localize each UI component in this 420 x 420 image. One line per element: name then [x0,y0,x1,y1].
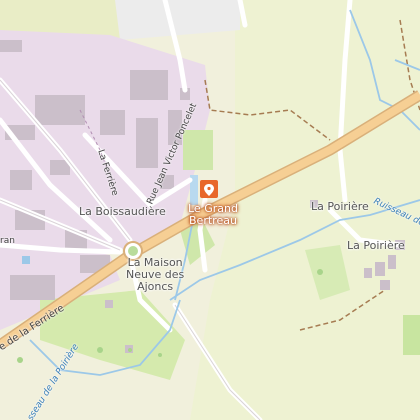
poi-name-line2: Bertreau [189,214,237,227]
park-patch [183,130,213,170]
place-label-la-boissaudiere: La Boissaudière [79,205,166,218]
poi-label[interactable]: Le Grand Bertreau [188,203,238,227]
place-name-line3: Ajoncs [137,280,174,293]
place-label-la-maison-neuve-des-ajoncs: La Maison Neuve des Ajoncs [126,257,184,293]
map-view[interactable]: Le Grand Bertreau La Boissaudière La Poi… [0,0,420,420]
roundabout-center [128,246,138,256]
place-label-la-poiriere-east: La Poirière [347,239,405,252]
water-tank [22,256,30,264]
road-label-partial: ran [0,236,15,246]
place-label-la-poiriere: La Poirière [311,200,369,213]
poi-marker[interactable] [200,180,218,198]
meadow-east [403,315,420,355]
